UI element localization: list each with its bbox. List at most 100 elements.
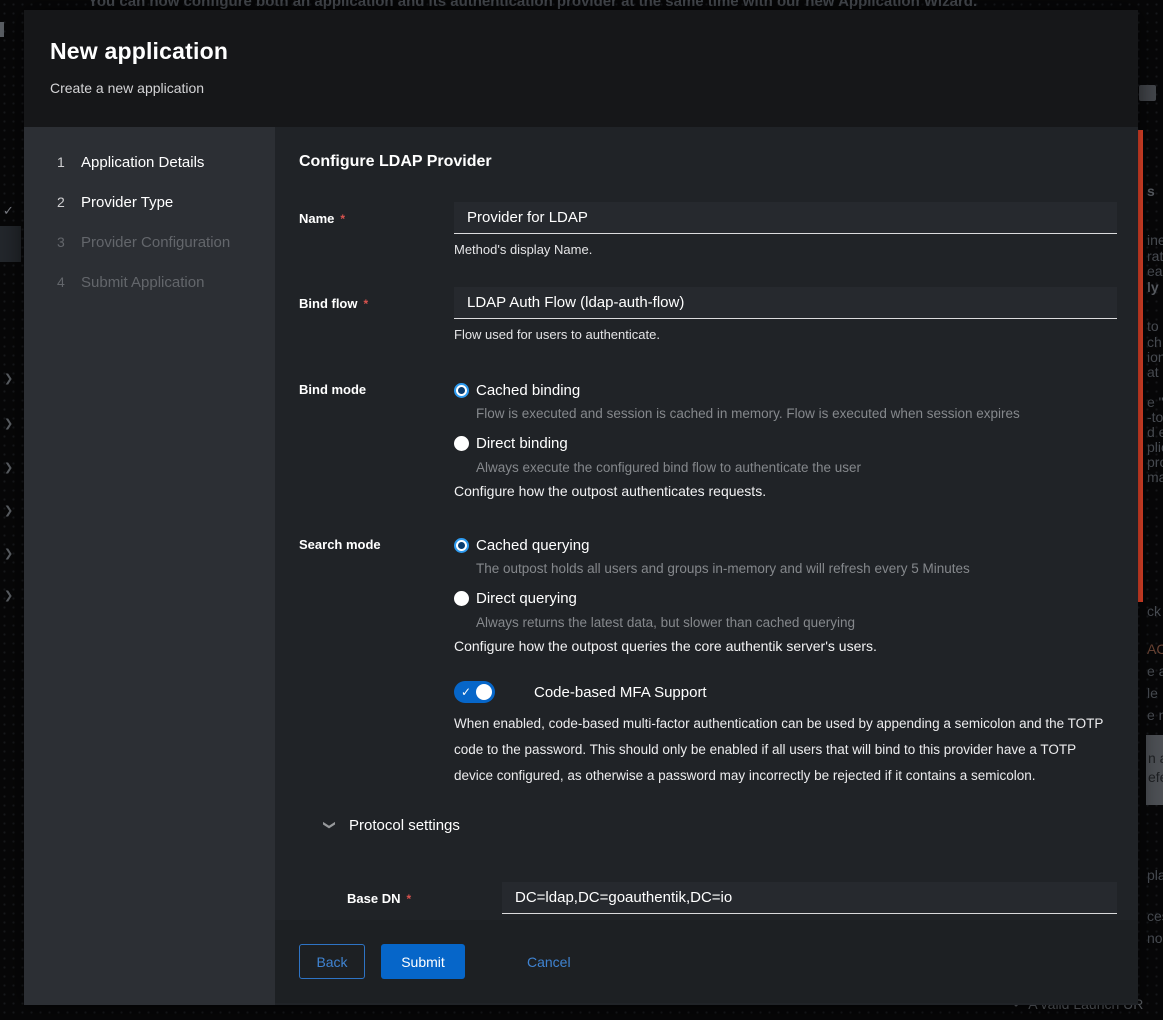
backdrop-text-fragment: AC	[1147, 641, 1163, 657]
backdrop-text-fragment: ea	[1147, 263, 1163, 279]
step-label: Provider Type	[81, 194, 173, 211]
label-text: Name	[299, 211, 334, 226]
bind-mode-field-row: Bind mode Cached binding Flow is execute…	[299, 380, 1117, 500]
backdrop-nav-highlight	[0, 226, 21, 262]
backdrop-text-fragment: efe	[1148, 769, 1163, 785]
backdrop-banner-text: You can now configure both an applicatio…	[88, 0, 1088, 10]
chevron-right-icon: ❯	[4, 589, 13, 602]
chevron-right-icon: ❯	[4, 372, 13, 385]
label-text: Bind mode	[299, 382, 366, 397]
step-number: 1	[57, 154, 71, 170]
step-label: Application Details	[81, 154, 204, 171]
backdrop-text-fragment: ly a	[1147, 279, 1163, 295]
wizard-step-application-details[interactable]: 1 Application Details	[24, 142, 275, 182]
backdrop-text-fragment: n a	[1148, 750, 1163, 766]
name-input[interactable]	[454, 202, 1117, 234]
backdrop-text-fragment: plic	[1147, 439, 1163, 455]
bind-mode-direct-help: Always execute the configured bind flow …	[454, 459, 1117, 476]
chevron-right-icon: ❯	[4, 417, 13, 430]
required-marker: *	[406, 892, 411, 906]
search-mode-cached-label[interactable]: Cached querying	[476, 537, 589, 554]
backdrop-text-fragment: le	[1147, 685, 1158, 701]
backdrop-text-fragment: d e	[1147, 424, 1163, 440]
backdrop-text-fragment: pro	[1147, 454, 1163, 470]
backdrop-text-fragment: no	[1147, 930, 1163, 946]
modal-title: New application	[50, 38, 1138, 65]
bind-flow-help: Flow used for users to authenticate.	[454, 327, 1117, 343]
label-text: Search mode	[299, 537, 381, 552]
page-title: Configure LDAP Provider	[299, 153, 1117, 171]
search-mode-direct-radio[interactable]	[454, 591, 469, 606]
backdrop-text-fragment: e a	[1147, 663, 1163, 679]
back-button[interactable]: Back	[299, 944, 365, 979]
label-text: Bind flow	[299, 296, 358, 311]
backdrop-text-fragment: e n	[1147, 707, 1163, 723]
backdrop-text-fragment: ma	[1147, 469, 1163, 485]
search-mode-cached-help: The outpost holds all users and groups i…	[454, 560, 1117, 577]
name-label: Name *	[299, 202, 454, 258]
bind-flow-input[interactable]	[454, 287, 1117, 319]
base-dn-field-row: Base DN *	[347, 882, 1117, 914]
step-number: 2	[57, 194, 71, 210]
backdrop-text-fragment: ine	[1147, 232, 1163, 248]
modal-subtitle: Create a new application	[50, 80, 1138, 96]
checkmark-icon: ✓	[3, 203, 14, 219]
search-mode-field-row: Search mode Cached querying The outpost …	[299, 535, 1117, 655]
chevron-down-icon: ❯	[323, 819, 337, 831]
check-icon: ✓	[461, 684, 471, 700]
name-help: Method's display Name.	[454, 242, 1117, 258]
search-mode-label: Search mode	[299, 535, 454, 655]
backdrop-nav-fragment	[0, 22, 4, 37]
backdrop-text-fragment: -to	[1147, 409, 1163, 425]
name-field-row: Name * Method's display Name.	[299, 202, 1117, 258]
bind-mode-cached-radio[interactable]	[454, 383, 469, 398]
chevron-right-icon: ❯	[4, 461, 13, 474]
bind-mode-cached-help: Flow is executed and session is cached i…	[454, 405, 1117, 422]
chevron-right-icon: ❯	[4, 504, 13, 517]
search-mode-direct-help: Always returns the latest data, but slow…	[454, 614, 1117, 631]
bind-mode-cached-label[interactable]: Cached binding	[476, 382, 580, 399]
step-label: Provider Configuration	[81, 234, 230, 251]
backdrop-text-fragment: ion	[1147, 349, 1163, 365]
step-label: Submit Application	[81, 274, 204, 291]
backdrop-text-fragment: e "c	[1147, 394, 1163, 410]
toggle-knob	[476, 684, 492, 700]
required-marker: *	[340, 212, 345, 226]
bind-mode-direct-label[interactable]: Direct binding	[476, 435, 568, 452]
wizard-step-provider-type[interactable]: 2 Provider Type	[24, 182, 275, 222]
step-number: 4	[57, 274, 71, 290]
base-dn-input[interactable]	[502, 882, 1117, 914]
search-mode-cached-radio[interactable]	[454, 538, 469, 553]
mfa-field-row: ✓ Code-based MFA Support When enabled, c…	[299, 681, 1117, 789]
cancel-button[interactable]: Cancel	[527, 944, 571, 979]
bind-flow-field-row: Bind flow* Flow used for users to authen…	[299, 287, 1117, 343]
modal-header: New application Create a new application	[24, 10, 1138, 127]
backdrop-text-fragment: to	[1147, 318, 1159, 334]
bind-mode-direct-radio[interactable]	[454, 436, 469, 451]
new-application-modal: New application Create a new application…	[24, 10, 1138, 1005]
backdrop-text-fragment: rat	[1147, 248, 1163, 264]
wizard-steps: 1 Application Details 2 Provider Type 3 …	[24, 127, 275, 1005]
backdrop-right-content: s ine rat ea ly a to ch ion at e "c -to …	[1144, 0, 1163, 1020]
submit-button[interactable]: Submit	[381, 944, 465, 979]
protocol-settings-label: Protocol settings	[349, 817, 460, 834]
backdrop-text-fragment: s	[1147, 183, 1155, 199]
wizard-step-submit-application: 4 Submit Application	[24, 262, 275, 302]
backdrop-left-nav: ✓ ❯ ❯ ❯ ❯ ❯ ❯	[0, 0, 24, 1020]
search-mode-direct-label[interactable]: Direct querying	[476, 590, 577, 607]
mfa-toggle[interactable]: ✓	[454, 681, 495, 703]
backdrop-text-fragment: ch	[1147, 334, 1162, 350]
backdrop-text-fragment: ck	[1147, 603, 1161, 619]
protocol-settings-expander[interactable]: ❯ Protocol settings	[299, 815, 1117, 835]
mfa-label[interactable]: Code-based MFA Support	[534, 684, 707, 701]
search-mode-note: Configure how the outpost queries the co…	[454, 637, 1117, 655]
label-text: Base DN	[347, 891, 400, 906]
bind-mode-note: Configure how the outpost authenticates …	[454, 482, 1117, 500]
step-number: 3	[57, 234, 71, 250]
bind-flow-label: Bind flow*	[299, 287, 454, 343]
accent-bar	[1138, 130, 1143, 602]
chevron-right-icon: ❯	[4, 547, 13, 560]
wizard-content: Configure LDAP Provider Name * Method's d…	[275, 127, 1138, 1005]
backdrop-text-fragment: pla	[1147, 867, 1163, 883]
bind-mode-label: Bind mode	[299, 380, 454, 500]
